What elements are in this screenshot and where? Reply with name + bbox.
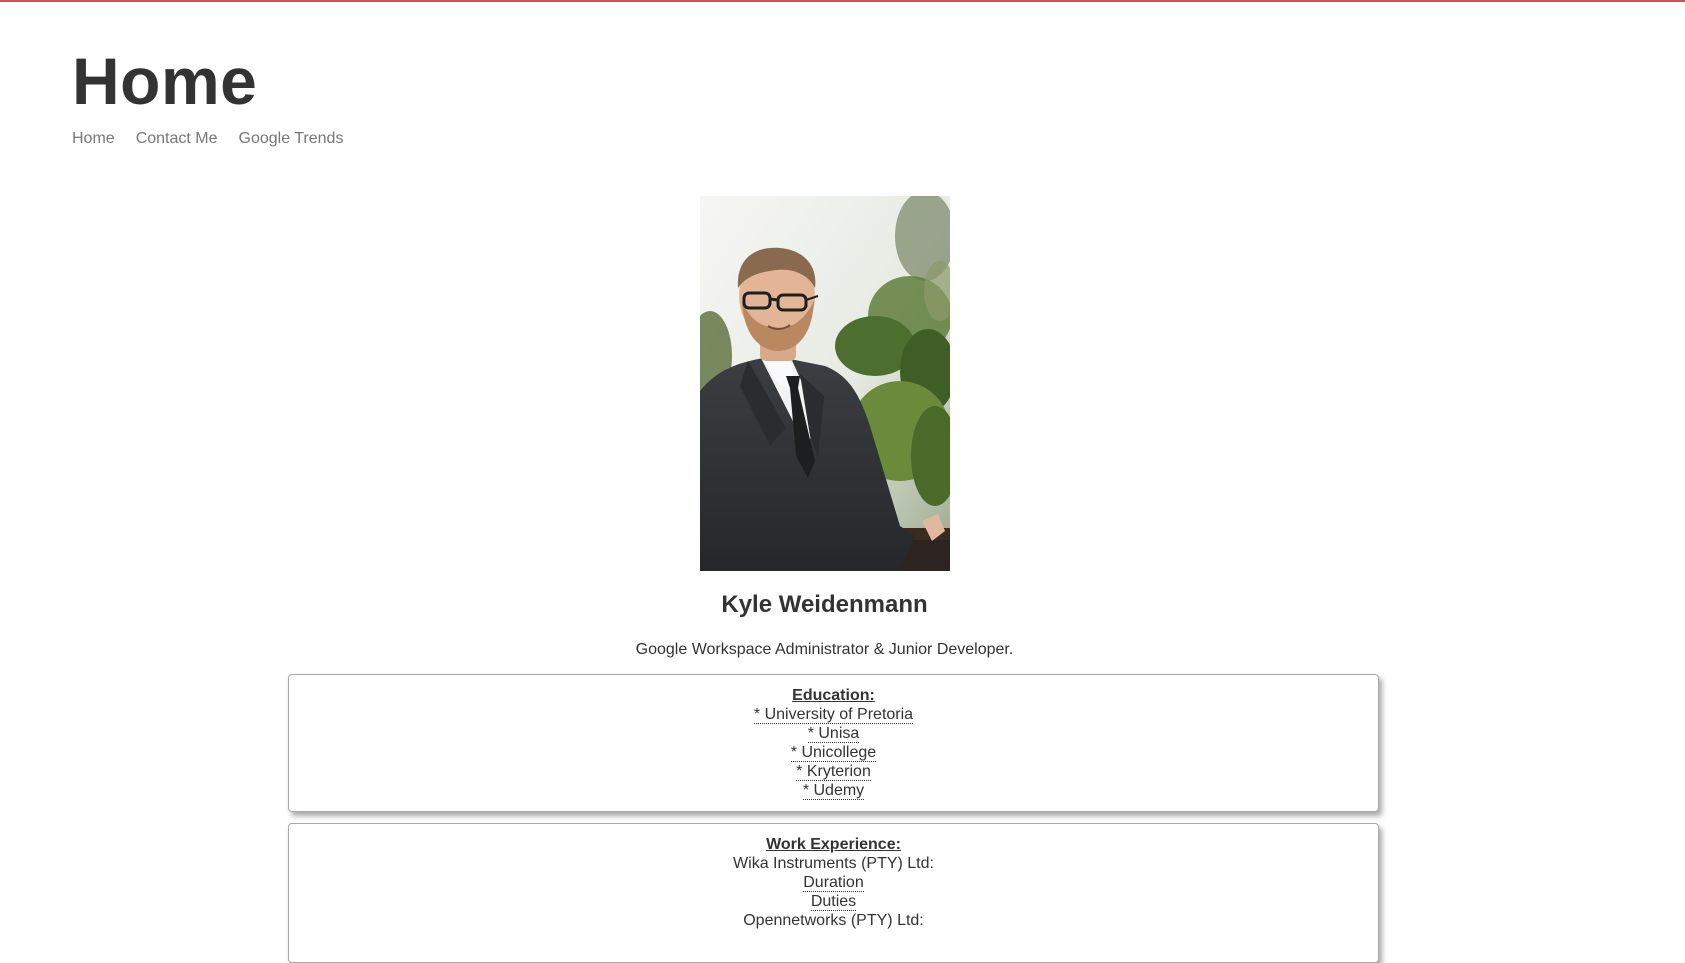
- education-heading: Education:: [792, 687, 875, 704]
- profile-photo: [699, 196, 950, 571]
- site-header: Home Home Contact Me Google Trends: [72, 40, 343, 148]
- profile-name: Kyle Weidenmann: [721, 591, 928, 618]
- education-item-unisa[interactable]: * Unisa: [807, 725, 860, 743]
- work-company-opennetworks: Opennetworks (PTY) Ltd:: [743, 912, 924, 929]
- education-item-unicollege[interactable]: * Unicollege: [790, 744, 877, 762]
- work-heading: Work Experience:: [766, 836, 901, 853]
- page-title: Home: [72, 44, 258, 118]
- profile-role: Google Workspace Administrator & Junior …: [635, 641, 1014, 658]
- education-item-university-of-pretoria[interactable]: * University of Pretoria: [753, 706, 914, 724]
- work-duties-toggle[interactable]: Duties: [810, 893, 857, 911]
- work-experience-card: Work Experience: Wika Instruments (PTY) …: [288, 823, 1379, 963]
- main-nav: Home Contact Me Google Trends: [72, 130, 343, 148]
- education-card: Education: * University of Pretoria * Un…: [288, 674, 1379, 812]
- nav-home[interactable]: Home: [72, 130, 115, 148]
- education-item-udemy[interactable]: * Udemy: [802, 782, 865, 800]
- profile-section: Kyle Weidenmann Google Workspace Adminis…: [0, 196, 1685, 659]
- work-company-wika: Wika Instruments (PTY) Ltd:: [733, 855, 934, 872]
- education-item-kryterion[interactable]: * Kryterion: [796, 763, 871, 781]
- work-duration-toggle[interactable]: Duration: [803, 874, 864, 892]
- top-accent-line: [0, 0, 1685, 2]
- nav-google-trends[interactable]: Google Trends: [239, 130, 344, 148]
- nav-contact-me[interactable]: Contact Me: [136, 130, 218, 148]
